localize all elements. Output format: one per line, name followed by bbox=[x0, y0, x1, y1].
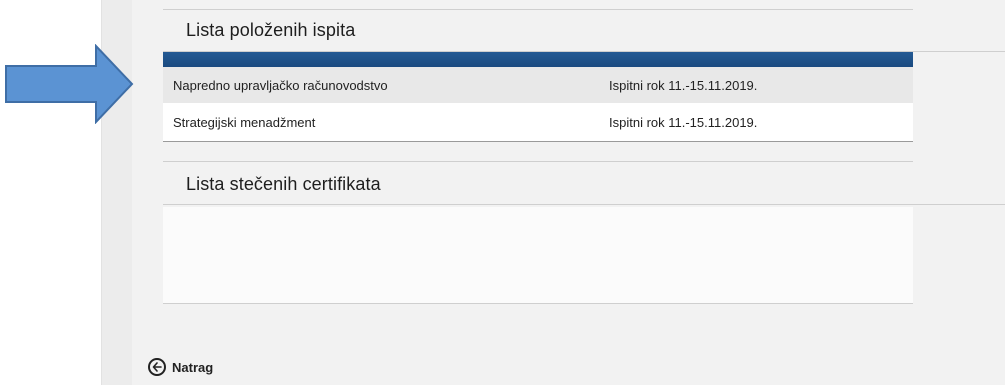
back-link[interactable]: Natrag bbox=[148, 356, 213, 378]
certificates-title: Lista stečenih certifikata bbox=[186, 174, 381, 194]
arrow-left-circle-icon bbox=[148, 358, 166, 376]
exam-term: Ispitni rok 11.-15.11.2019. bbox=[609, 115, 758, 130]
passed-exams-table: Napredno upravljačko računovodstvo Ispit… bbox=[163, 52, 913, 141]
course-name: Strategijski menadžment bbox=[173, 115, 316, 130]
course-name: Napredno upravljačko računovodstvo bbox=[173, 78, 388, 93]
page: Lista položenih ispita Napredno upravlja… bbox=[0, 0, 1005, 385]
passed-exams-title: Lista položenih ispita bbox=[186, 20, 356, 40]
exam-term: Ispitni rok 11.-15.11.2019. bbox=[609, 78, 758, 93]
table-header bbox=[163, 52, 913, 67]
divider bbox=[163, 141, 913, 142]
certificates-table bbox=[163, 207, 913, 304]
divider bbox=[163, 161, 913, 162]
divider bbox=[163, 9, 913, 10]
back-label: Natrag bbox=[172, 359, 214, 375]
divider bbox=[163, 204, 1005, 205]
table-row[interactable]: Strategijski menadžment Ispitni rok 11.-… bbox=[163, 104, 913, 140]
pointer-arrow-icon bbox=[5, 44, 134, 124]
table-row[interactable]: Napredno upravljačko računovodstvo Ispit… bbox=[163, 67, 913, 103]
